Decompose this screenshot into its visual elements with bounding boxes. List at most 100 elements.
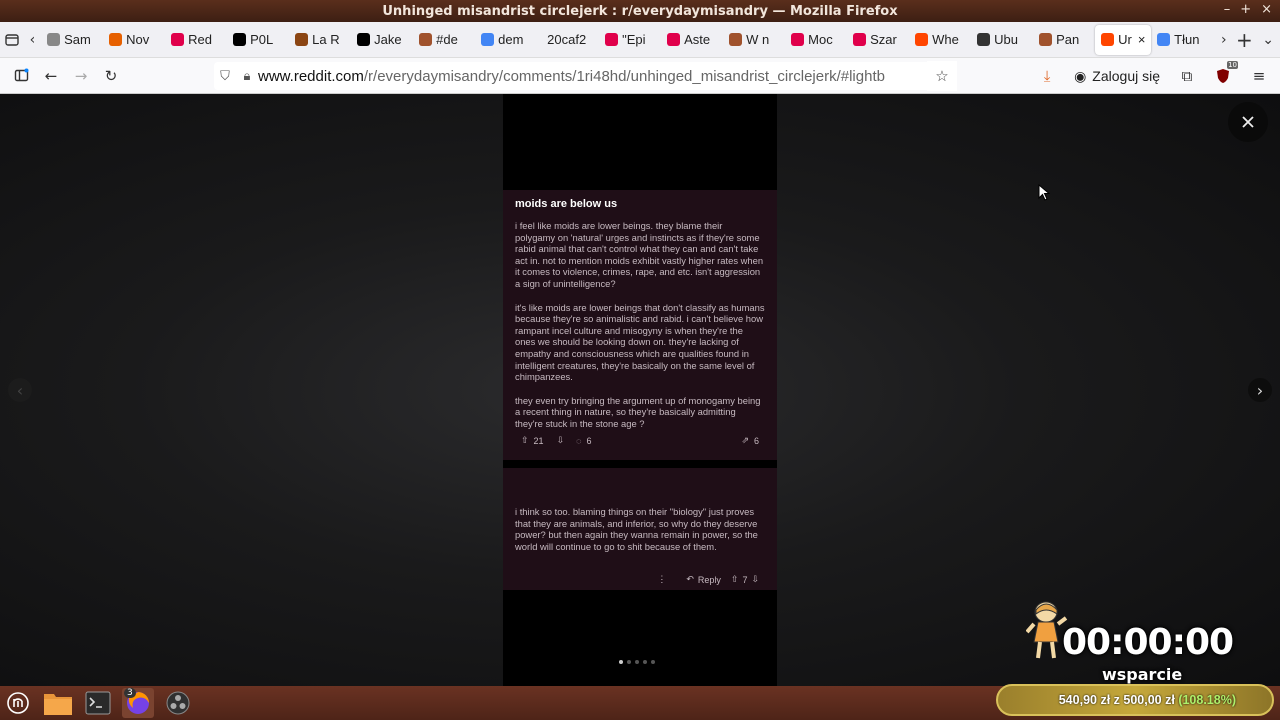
- tab-label: Tłun: [1174, 32, 1200, 47]
- tab-label: Whe: [932, 32, 959, 47]
- tab-9[interactable]: "Epi: [599, 25, 661, 55]
- maximize-button[interactable]: +: [1240, 2, 1251, 17]
- url-path: /r/everydaymisandry/comments/1ri48hd/unh…: [363, 67, 885, 85]
- tab-10[interactable]: Aste: [661, 25, 723, 55]
- back-icon[interactable]: ←: [36, 61, 66, 91]
- tab-label: #de: [436, 32, 458, 47]
- minimize-button[interactable]: –: [1224, 2, 1231, 17]
- carousel-dots: [619, 660, 655, 664]
- tab-11[interactable]: W n: [723, 25, 785, 55]
- tab-2[interactable]: Red: [165, 25, 227, 55]
- x-icon: [233, 33, 247, 46]
- tab-14[interactable]: Whe: [909, 25, 971, 55]
- tab-15[interactable]: Ubu: [971, 25, 1033, 55]
- carousel-dot[interactable]: [627, 660, 631, 664]
- comments-pill: ◌ 6: [570, 434, 597, 448]
- reddit-icon: [1101, 33, 1115, 46]
- tracking-protection-icon[interactable]: ⛉: [214, 68, 236, 84]
- close-tab-icon[interactable]: ×: [1138, 32, 1146, 47]
- window-titlebar: Unhinged misandrist circlejerk : r/every…: [0, 0, 1280, 22]
- downloads-icon[interactable]: ⤓: [1032, 61, 1062, 91]
- login-button[interactable]: ◉ Zaloguj się: [1068, 68, 1166, 85]
- extensions-icon[interactable]: ⧉: [1172, 61, 1202, 91]
- tab-label: Aste: [684, 32, 711, 47]
- carousel-dot[interactable]: [619, 660, 623, 664]
- start-menu-icon[interactable]: [2, 688, 34, 718]
- close-icon: [1242, 116, 1254, 128]
- tab-label: Ubu: [994, 32, 1018, 47]
- bookmark-star-icon[interactable]: ☆: [927, 61, 957, 91]
- url-bar[interactable]: ⛉ 🔒︎ www.reddit.com/r/everydaymisandry/c…: [214, 62, 954, 90]
- url-domain: www.reddit.com: [258, 67, 364, 85]
- wikipedia-icon: [977, 33, 991, 46]
- donation-goal-bar: 540,90 zł z 500,00 zł (108.18%): [996, 684, 1274, 716]
- forward-icon[interactable]: →: [66, 61, 96, 91]
- tab-1[interactable]: Nov: [103, 25, 165, 55]
- account-icon: ◉: [1074, 67, 1087, 84]
- tab-8[interactable]: 20caf2: [537, 25, 599, 55]
- plain-icon: [47, 33, 61, 46]
- youtube-icon: [853, 33, 867, 46]
- goal-separator: z: [1113, 693, 1120, 707]
- reload-icon[interactable]: ↻: [96, 61, 126, 91]
- tab-label: dem: [498, 32, 524, 47]
- window-title: Unhinged misandrist circlejerk : r/every…: [382, 3, 898, 19]
- goal-current: 540,90 zł: [1058, 693, 1111, 707]
- close-lightbox-button[interactable]: [1228, 102, 1268, 142]
- terminal-icon[interactable]: [82, 688, 114, 718]
- firefox-taskbar-icon[interactable]: 3: [122, 688, 154, 718]
- tab-5[interactable]: Jake: [351, 25, 413, 55]
- downvote-icon: ⇩: [751, 574, 759, 584]
- menu-icon[interactable]: ≡: [1244, 61, 1274, 91]
- tab-label: La R: [312, 32, 340, 47]
- tab-12[interactable]: Moc: [785, 25, 847, 55]
- comment-icon: ◌: [576, 435, 582, 446]
- tab-4[interactable]: La R: [289, 25, 351, 55]
- firefox-window-count: 3: [124, 688, 136, 698]
- scroll-tabs-right-icon[interactable]: ›: [1215, 25, 1232, 55]
- youtube-icon: [791, 33, 805, 46]
- tab-6[interactable]: #de: [413, 25, 475, 55]
- more-options-icon: ⋮: [657, 574, 667, 584]
- carousel-dot[interactable]: [635, 660, 639, 664]
- sidebar-toggle-icon[interactable]: [6, 61, 36, 91]
- carousel-dot[interactable]: [651, 660, 655, 664]
- tab-overview-icon[interactable]: [0, 25, 24, 55]
- upvote-icon: ⇧: [730, 574, 739, 584]
- scroll-tabs-left-icon[interactable]: ‹: [24, 25, 41, 55]
- translate-icon: [1157, 33, 1171, 46]
- tab-18[interactable]: Tłun: [1151, 25, 1213, 55]
- x-icon: [357, 33, 371, 46]
- previous-image-button[interactable]: ‹: [8, 378, 32, 402]
- lightbox-image: moids are below us i feel like moids are…: [503, 94, 777, 686]
- tab-16[interactable]: Pan: [1033, 25, 1095, 55]
- post-paragraph: it's like moids are lower beings that do…: [515, 301, 765, 383]
- goal-percent: (108.18%): [1178, 693, 1236, 707]
- tab-3[interactable]: P0L: [227, 25, 289, 55]
- youtube-icon: [667, 33, 681, 46]
- goal-target: 500,00 zł: [1123, 693, 1175, 707]
- tab-13[interactable]: Szar: [847, 25, 909, 55]
- files-icon[interactable]: [42, 688, 74, 718]
- close-window-button[interactable]: ×: [1261, 2, 1272, 17]
- tab-label: Szar: [870, 32, 897, 47]
- tab-7[interactable]: dem: [475, 25, 537, 55]
- comment-count: 6: [586, 435, 592, 446]
- upvote-count: 21: [533, 435, 544, 446]
- carousel-dot[interactable]: [643, 660, 647, 664]
- upvote-icon: ⇧: [521, 435, 529, 445]
- post-card: moids are below us i feel like moids are…: [503, 190, 777, 460]
- lock-icon[interactable]: 🔒︎: [236, 68, 258, 84]
- tab-label: P0L: [250, 32, 274, 47]
- tab-list-dropdown-icon[interactable]: ⌄: [1256, 25, 1280, 55]
- ublock-icon[interactable]: 10: [1208, 61, 1238, 91]
- bookmark-icon: [1039, 33, 1053, 46]
- reply-icon: ↶: [686, 574, 694, 584]
- new-tab-icon[interactable]: +: [1233, 25, 1257, 55]
- next-image-button[interactable]: ›: [1248, 378, 1272, 402]
- tab-0[interactable]: Sam: [41, 25, 103, 55]
- obs-icon[interactable]: [162, 688, 194, 718]
- share-count: 6: [753, 435, 759, 446]
- tab-17[interactable]: Ur ×: [1095, 24, 1152, 55]
- share-icon: ⇗: [741, 435, 749, 445]
